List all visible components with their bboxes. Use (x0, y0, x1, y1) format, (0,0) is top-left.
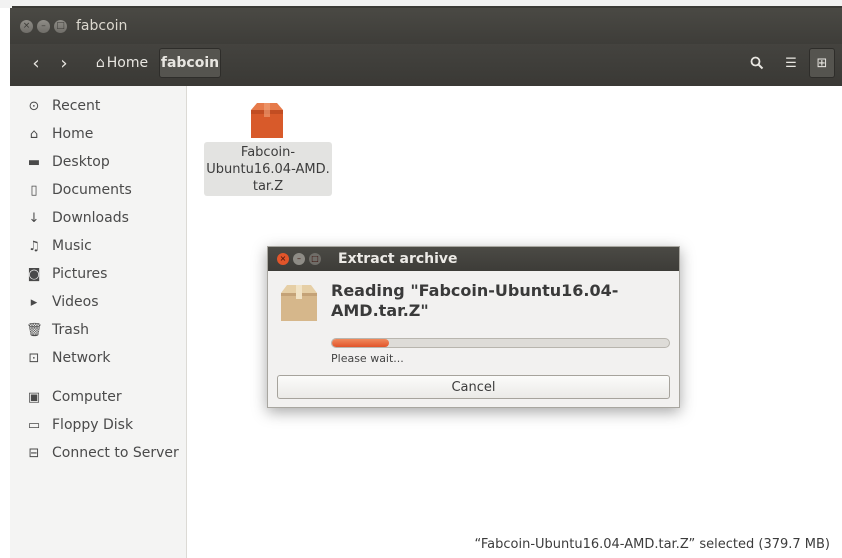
breadcrumb-current[interactable]: fabcoin (159, 48, 221, 78)
sidebar-item-documents[interactable]: ▯ Documents (10, 177, 186, 203)
extract-archive-dialog: × – □ Extract archive Reading "Fabcoin-U… (267, 246, 680, 408)
screen-edge (0, 0, 842, 8)
dialog-title: Extract archive (338, 251, 458, 267)
sidebar-item-label: Pictures (52, 266, 108, 282)
file-name: Fabcoin- Ubuntu16.04-AMD. tar.Z (204, 142, 332, 196)
video-icon: ▸ (30, 294, 38, 310)
breadcrumb-home-label: Home (106, 55, 149, 71)
close-button[interactable]: × (20, 20, 33, 33)
close-icon: × (279, 254, 287, 263)
chevron-left-icon: ‹ (32, 52, 40, 74)
sidebar-item-label: Network (52, 350, 111, 366)
sidebar-item-label: Music (52, 238, 92, 254)
floppy-icon: ▭ (27, 417, 41, 433)
close-icon: × (22, 21, 31, 31)
cancel-button[interactable]: Cancel (277, 375, 670, 399)
search-icon (750, 56, 764, 70)
server-icon: ⊟ (28, 445, 40, 461)
dialog-maximize-button[interactable]: □ (309, 253, 321, 265)
grid-view-button[interactable]: ⊞ (809, 48, 835, 78)
chevron-right-icon: › (60, 52, 68, 74)
toolbar: ‹ › ⌂ Home fabcoin ☰ ⊞ (10, 44, 842, 86)
sidebar-item-desktop[interactable]: ▬ Desktop (10, 149, 186, 175)
window-titlebar: × – □ fabcoin (10, 8, 842, 44)
wait-text: Please wait... (331, 352, 404, 365)
home-icon: ⌂ (29, 126, 39, 142)
window-title: fabcoin (76, 18, 128, 34)
sidebar-item-label: Videos (52, 294, 99, 310)
minimize-icon: – (41, 21, 46, 31)
sidebar-item-label: Recent (52, 98, 101, 114)
maximize-icon: □ (311, 254, 319, 263)
file-name-line2: Ubuntu16.04-AMD. (206, 162, 330, 177)
sidebar-item-label: Home (52, 126, 94, 142)
sidebar-item-music[interactable]: ♫ Music (10, 233, 186, 259)
search-button[interactable] (744, 48, 770, 78)
file-name-line1: Fabcoin- (240, 145, 296, 160)
folder-icon: ▬ (27, 154, 41, 170)
sidebar-item-videos[interactable]: ▸ Videos (10, 289, 186, 315)
sidebar-item-downloads[interactable]: ↓ Downloads (10, 205, 186, 231)
sidebar-item-label: Downloads (52, 210, 129, 226)
sidebar-item-trash[interactable]: 🗑 Trash (10, 317, 186, 343)
dialog-close-button[interactable]: × (277, 253, 289, 265)
progress-fill (332, 339, 390, 347)
sidebar-item-label: Desktop (52, 154, 110, 170)
file-name-line3: tar.Z (252, 179, 284, 194)
dialog-minimize-button[interactable]: – (293, 253, 305, 265)
progress-bar (331, 338, 670, 348)
package-icon (251, 103, 283, 138)
sidebar-item-recent[interactable]: ⊙ Recent (10, 93, 186, 119)
archive-icon (281, 285, 317, 321)
sidebar-item-label: Computer (52, 389, 122, 405)
sidebar: ⊙ Recent ⌂ Home ▬ Desktop ▯ Documents ↓ Downl… (10, 86, 187, 558)
minimize-icon: – (297, 254, 301, 263)
dialog-message: Reading "Fabcoin-Ubuntu16.04- AMD.tar.Z" (331, 281, 661, 321)
breadcrumb-current-label: fabcoin (160, 55, 220, 71)
document-icon: ▯ (30, 182, 38, 198)
list-view-button[interactable]: ☰ (778, 48, 804, 78)
sidebar-item-label: Connect to Server (52, 445, 179, 461)
minimize-button[interactable]: – (37, 20, 50, 33)
sidebar-item-pictures[interactable]: ◙ Pictures (10, 261, 186, 287)
sidebar-item-connect-to-server[interactable]: ⊟ Connect to Server (10, 440, 186, 466)
camera-icon: ◙ (27, 266, 41, 282)
forward-button[interactable]: › (52, 48, 76, 78)
clock-icon: ⊙ (28, 98, 40, 114)
grid-view-icon: ⊞ (816, 55, 828, 71)
sidebar-item-home[interactable]: ⌂ Home (10, 121, 186, 147)
sidebar-item-label: Floppy Disk (52, 417, 134, 433)
trash-icon: 🗑 (26, 322, 43, 338)
breadcrumb-home[interactable]: ⌂ Home (88, 48, 156, 78)
music-icon: ♫ (28, 238, 40, 254)
sidebar-item-label: Trash (52, 322, 89, 338)
maximize-button[interactable]: □ (54, 20, 67, 33)
sidebar-item-label: Documents (52, 182, 132, 198)
list-view-icon: ☰ (785, 55, 797, 71)
computer-icon: ▣ (27, 389, 41, 405)
maximize-icon: □ (56, 21, 65, 31)
sidebar-item-network[interactable]: ⊡ Network (10, 345, 186, 371)
home-icon: ⌂ (95, 55, 105, 71)
dialog-message-line1: Reading "Fabcoin-Ubuntu16.04- (331, 281, 619, 300)
dialog-titlebar: × – □ Extract archive (268, 247, 679, 271)
download-icon: ↓ (28, 210, 40, 226)
sidebar-item-floppy-disk[interactable]: ▭ Floppy Disk (10, 412, 186, 438)
network-icon: ⊡ (28, 350, 40, 366)
file-item[interactable]: Fabcoin- Ubuntu16.04-AMD. tar.Z (204, 102, 332, 196)
back-button[interactable]: ‹ (24, 48, 48, 78)
dialog-message-line2: AMD.tar.Z" (331, 301, 429, 320)
status-bar: “Fabcoin-Ubuntu16.04-AMD.tar.Z” selected… (474, 537, 830, 552)
sidebar-item-computer[interactable]: ▣ Computer (10, 384, 186, 410)
